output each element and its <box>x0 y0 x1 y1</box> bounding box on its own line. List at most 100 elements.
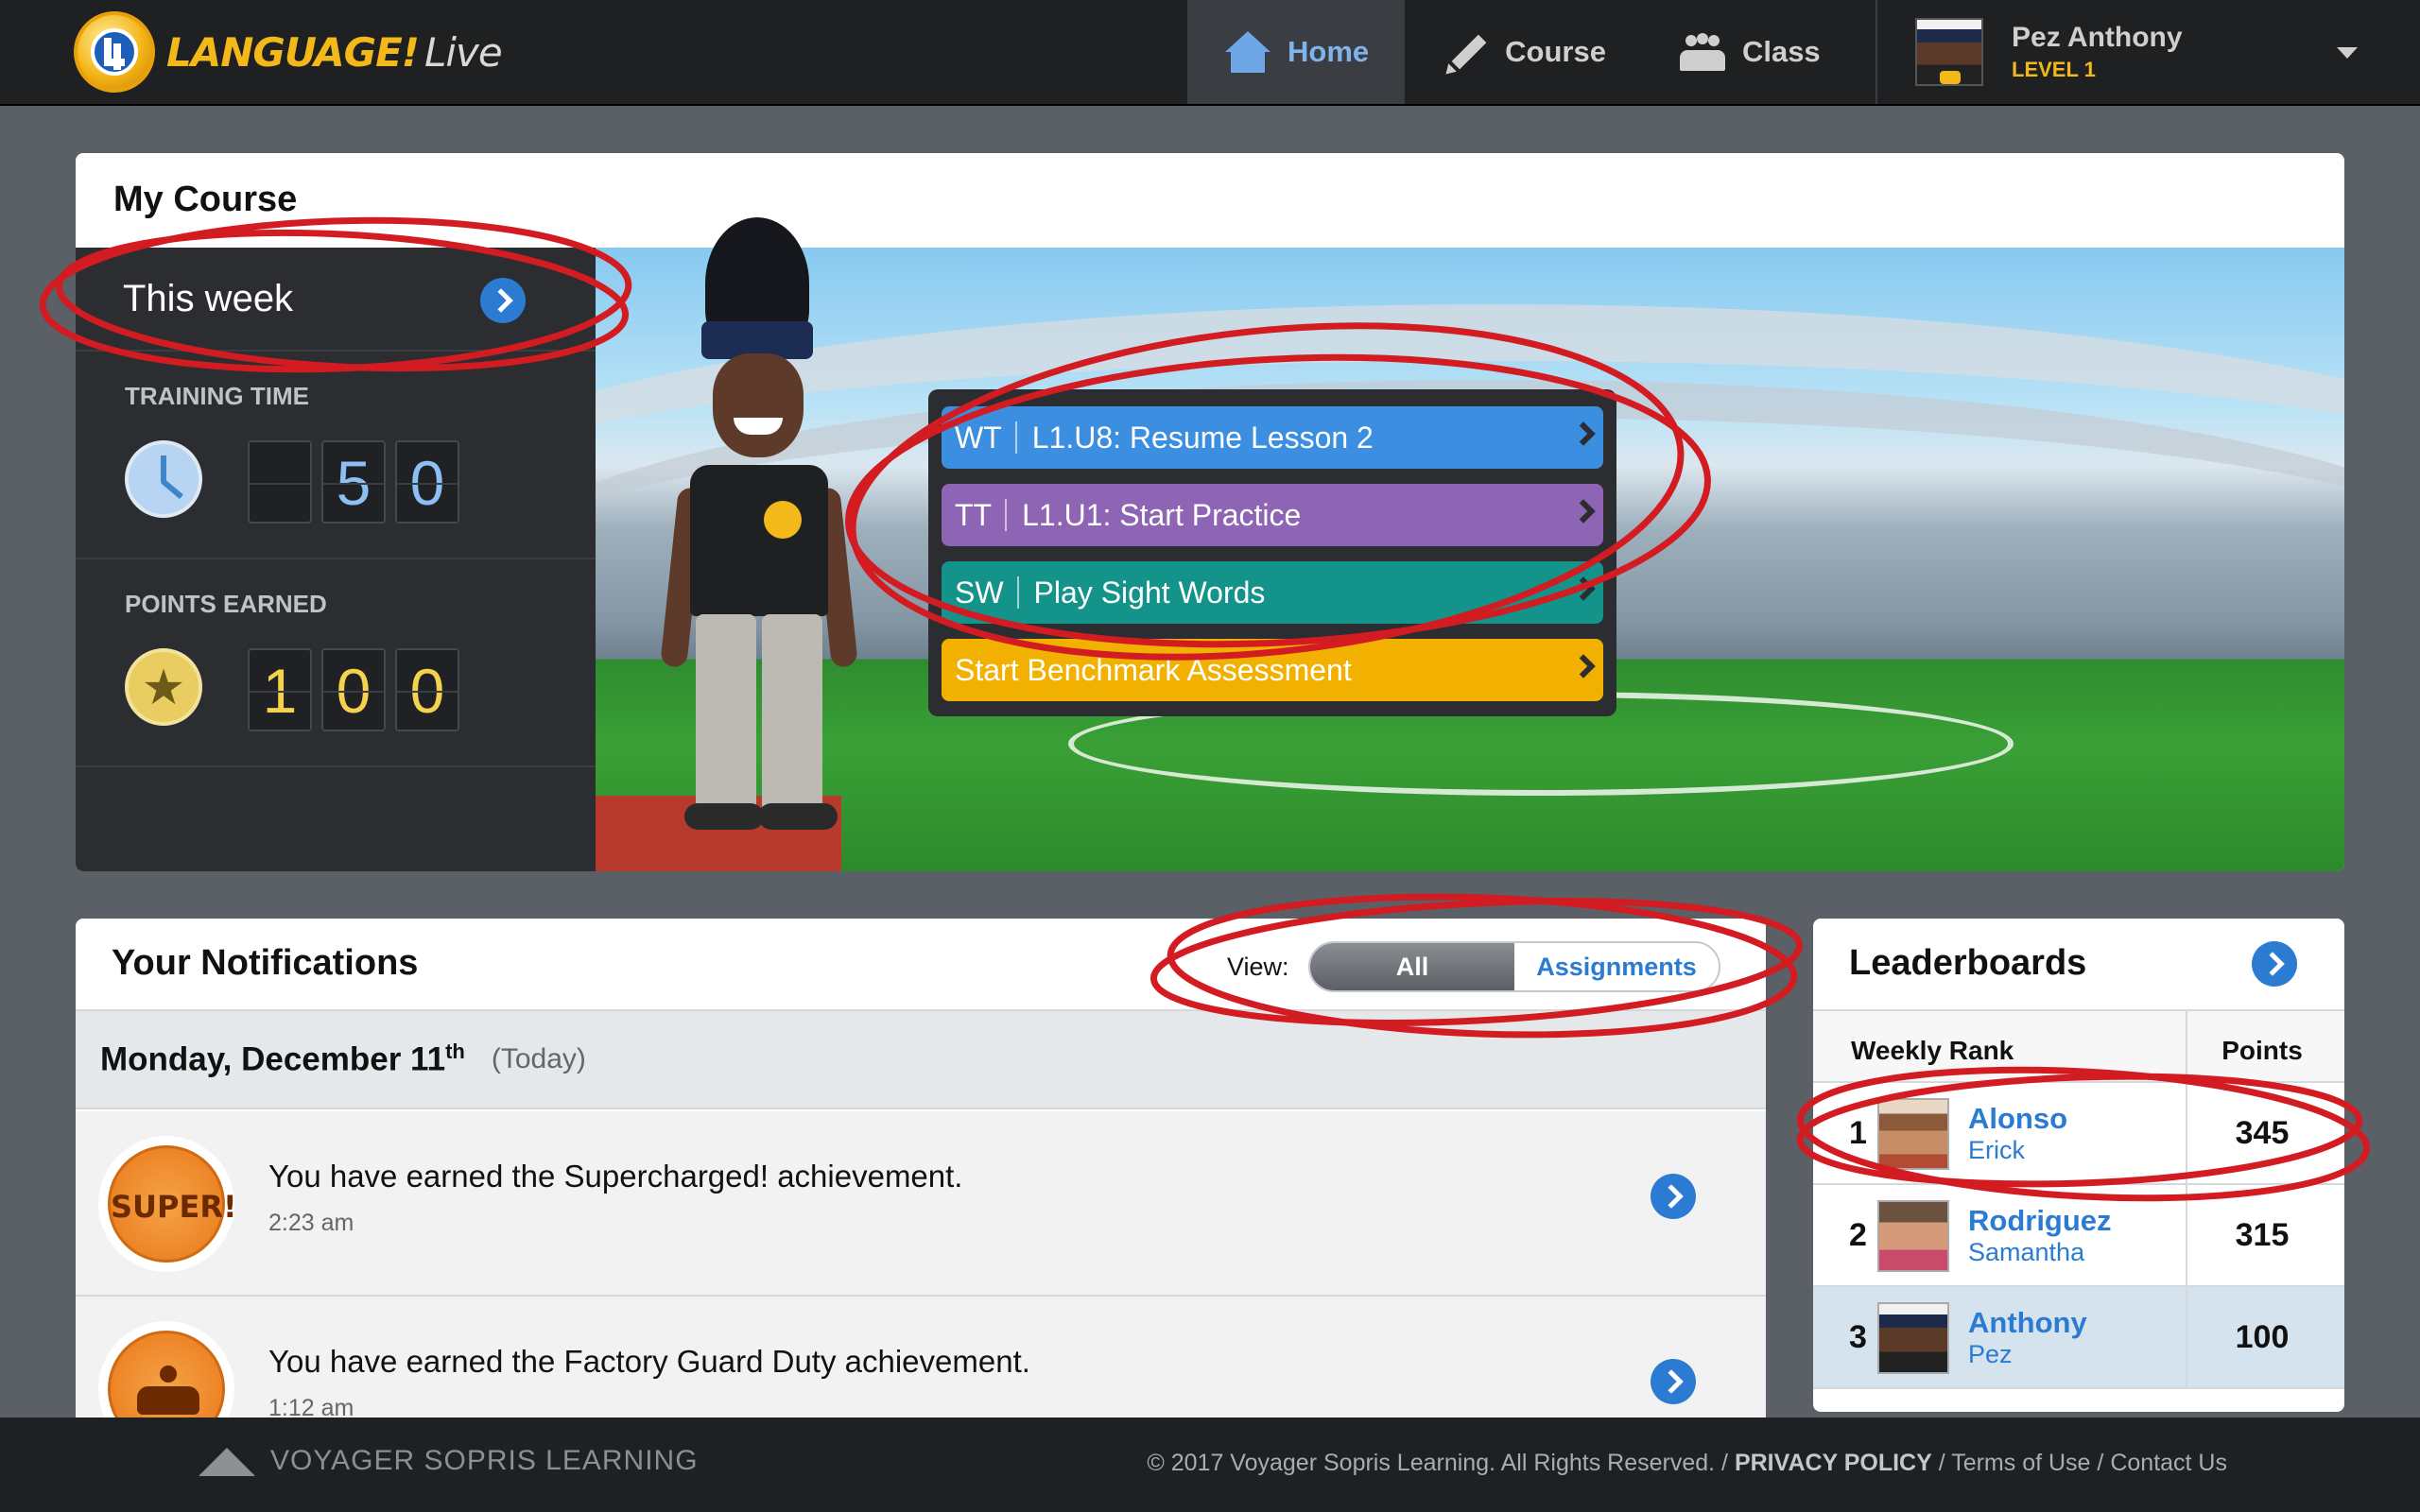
day-header: Monday, December 11th (Today) <box>76 1009 1766 1109</box>
publisher-logo[interactable]: VOYAGER SOPRIS LEARNING <box>199 1444 699 1478</box>
pencil-icon <box>1441 29 1490 75</box>
avatar <box>1877 1098 1949 1170</box>
leaderboards-title: Leaderboards <box>1849 943 2087 983</box>
leaderboard-row[interactable]: 1 Alonso Erick 345 <box>1813 1083 2344 1185</box>
task-label: Start Benchmark Assessment <box>955 652 1352 687</box>
counter-digit: 1 <box>248 648 312 731</box>
view-label: View: <box>1227 953 1289 981</box>
nav-home[interactable]: Home <box>1187 0 1406 104</box>
avatar <box>1915 18 1983 86</box>
my-course-title: My Course <box>113 180 298 219</box>
app-logo[interactable]: LANGUAGE! Live <box>74 11 503 93</box>
rank-number: 3 <box>1849 1319 1867 1355</box>
student-last-name[interactable]: Alonso <box>1968 1102 2067 1136</box>
counter-digit: 0 <box>395 648 459 731</box>
rank-number: 1 <box>1849 1115 1867 1151</box>
task-code: TT <box>955 499 1008 531</box>
counter-digit <box>248 440 312 524</box>
nav-class-label: Class <box>1741 35 1821 68</box>
points-earned-label: POINTS EARNED <box>125 590 327 618</box>
this-week-link[interactable]: This week <box>76 248 596 352</box>
logo-text: LANGUAGE! Live <box>166 28 503 76</box>
task-sight-words[interactable]: SW Play Sight Words <box>942 561 1603 624</box>
training-time-label: TRAINING TIME <box>125 382 309 410</box>
copyright-text: © 2017 Voyager Sopris Learning. All Righ… <box>1147 1450 1716 1476</box>
counter-digit: 0 <box>321 648 386 731</box>
this-week-label: This week <box>123 277 294 319</box>
student-first-name: Samantha <box>1968 1238 2085 1266</box>
clock-icon <box>125 440 202 518</box>
notification-time: 2:23 am <box>268 1210 354 1236</box>
logo-icon <box>74 11 155 93</box>
arrow-right-icon[interactable] <box>2252 941 2297 987</box>
notification-text: You have earned the Factory Guard Duty a… <box>268 1344 1030 1379</box>
arrow-right-icon[interactable] <box>480 278 526 323</box>
avatar <box>1877 1302 1949 1374</box>
nav-class[interactable]: Class <box>1642 0 1857 104</box>
day-date: Monday, December 11th <box>100 1040 465 1078</box>
footer: VOYAGER SOPRIS LEARNING © 2017 Voyager S… <box>0 1418 2420 1512</box>
student-first-name: Erick <box>1968 1136 2025 1164</box>
user-level: LEVEL 1 <box>2012 58 2096 81</box>
notification-item[interactable]: SUPER! You have earned the Supercharged!… <box>76 1111 1766 1297</box>
counter-digit: 0 <box>395 440 459 524</box>
user-menu[interactable]: Pez Anthony LEVEL 1 <box>1876 0 2420 104</box>
task-start-practice[interactable]: TT L1.U1: Start Practice <box>942 484 1603 546</box>
publisher-name: VOYAGER SOPRIS LEARNING <box>270 1445 699 1476</box>
nav-course[interactable]: Course <box>1405 0 1642 104</box>
student-points: 100 <box>2235 1319 2290 1355</box>
terms-of-use-link[interactable]: Terms of Use <box>1951 1450 2090 1476</box>
day-tag: (Today) <box>491 1043 586 1074</box>
student-first-name: Pez <box>1968 1340 2013 1368</box>
column-divider <box>2186 1009 2187 1387</box>
class-icon <box>1678 29 1727 75</box>
chevron-right-icon <box>1571 576 1596 601</box>
super-badge-icon: SUPER! <box>108 1145 237 1263</box>
main-nav: Home Course Class <box>1187 0 1857 104</box>
notifications-title: Your Notifications <box>112 943 419 983</box>
task-label: L1.U8: Resume Lesson 2 <box>1031 420 1374 455</box>
rank-number: 2 <box>1849 1217 1867 1253</box>
chevron-down-icon[interactable] <box>2337 47 2358 59</box>
task-benchmark[interactable]: Start Benchmark Assessment <box>942 639 1603 701</box>
leaderboards-panel: Leaderboards Weekly Rank Points 1 Alonso… <box>1813 919 2344 1412</box>
student-last-name[interactable]: Anthony <box>1968 1306 2087 1340</box>
contact-us-link[interactable]: Contact Us <box>2110 1450 2227 1476</box>
task-label: Play Sight Words <box>1033 575 1266 610</box>
chevron-right-icon <box>1571 421 1596 446</box>
course-stats: This week TRAINING TIME 5 0 POINTS EARNE… <box>76 248 596 871</box>
points-counter: 1 0 0 <box>248 648 459 731</box>
leaderboard-header: Weekly Rank Points <box>1813 1009 2344 1083</box>
toggle-assignments[interactable]: Assignments <box>1514 943 1719 990</box>
top-bar: LANGUAGE! Live Home Course Class Pez Anth… <box>0 0 2420 106</box>
arrow-right-icon[interactable] <box>1651 1359 1696 1404</box>
task-label: L1.U1: Start Practice <box>1022 497 1302 532</box>
view-toggle: All Assignments <box>1308 941 1720 992</box>
task-code: SW <box>955 576 1019 609</box>
counter-digit: 5 <box>321 440 386 524</box>
avatar-character <box>660 217 858 832</box>
privacy-policy-link[interactable]: PRIVACY POLICY <box>1735 1450 1932 1476</box>
achievement-badge: SUPER! <box>98 1136 237 1272</box>
leaderboard-row-current-user[interactable]: 3 Anthony Pez 100 <box>1813 1287 2344 1389</box>
task-resume-lesson[interactable]: WT L1.U8: Resume Lesson 2 <box>942 406 1603 469</box>
home-icon <box>1223 29 1272 75</box>
chevron-right-icon <box>1571 499 1596 524</box>
student-points: 345 <box>2235 1115 2290 1151</box>
chevron-right-icon <box>1571 654 1596 679</box>
arrow-right-icon[interactable] <box>1651 1174 1696 1219</box>
nav-home-label: Home <box>1288 35 1370 68</box>
leaderboard-row[interactable]: 2 Rodriguez Samantha 315 <box>1813 1185 2344 1287</box>
task-menu: WT L1.U8: Resume Lesson 2 TT L1.U1: Star… <box>928 389 1616 716</box>
column-weekly-rank: Weekly Rank <box>1851 1036 2014 1065</box>
student-points: 315 <box>2235 1217 2290 1253</box>
column-points: Points <box>2221 1036 2303 1065</box>
toggle-all[interactable]: All <box>1310 943 1514 990</box>
footer-links: © 2017 Voyager Sopris Learning. All Righ… <box>1147 1450 2227 1476</box>
notification-text: You have earned the Supercharged! achiev… <box>268 1159 963 1194</box>
nav-course-label: Course <box>1505 35 1606 68</box>
student-last-name[interactable]: Rodriguez <box>1968 1204 2112 1238</box>
avatar <box>1877 1200 1949 1272</box>
mountain-icon <box>199 1444 259 1478</box>
star-icon <box>125 648 202 726</box>
